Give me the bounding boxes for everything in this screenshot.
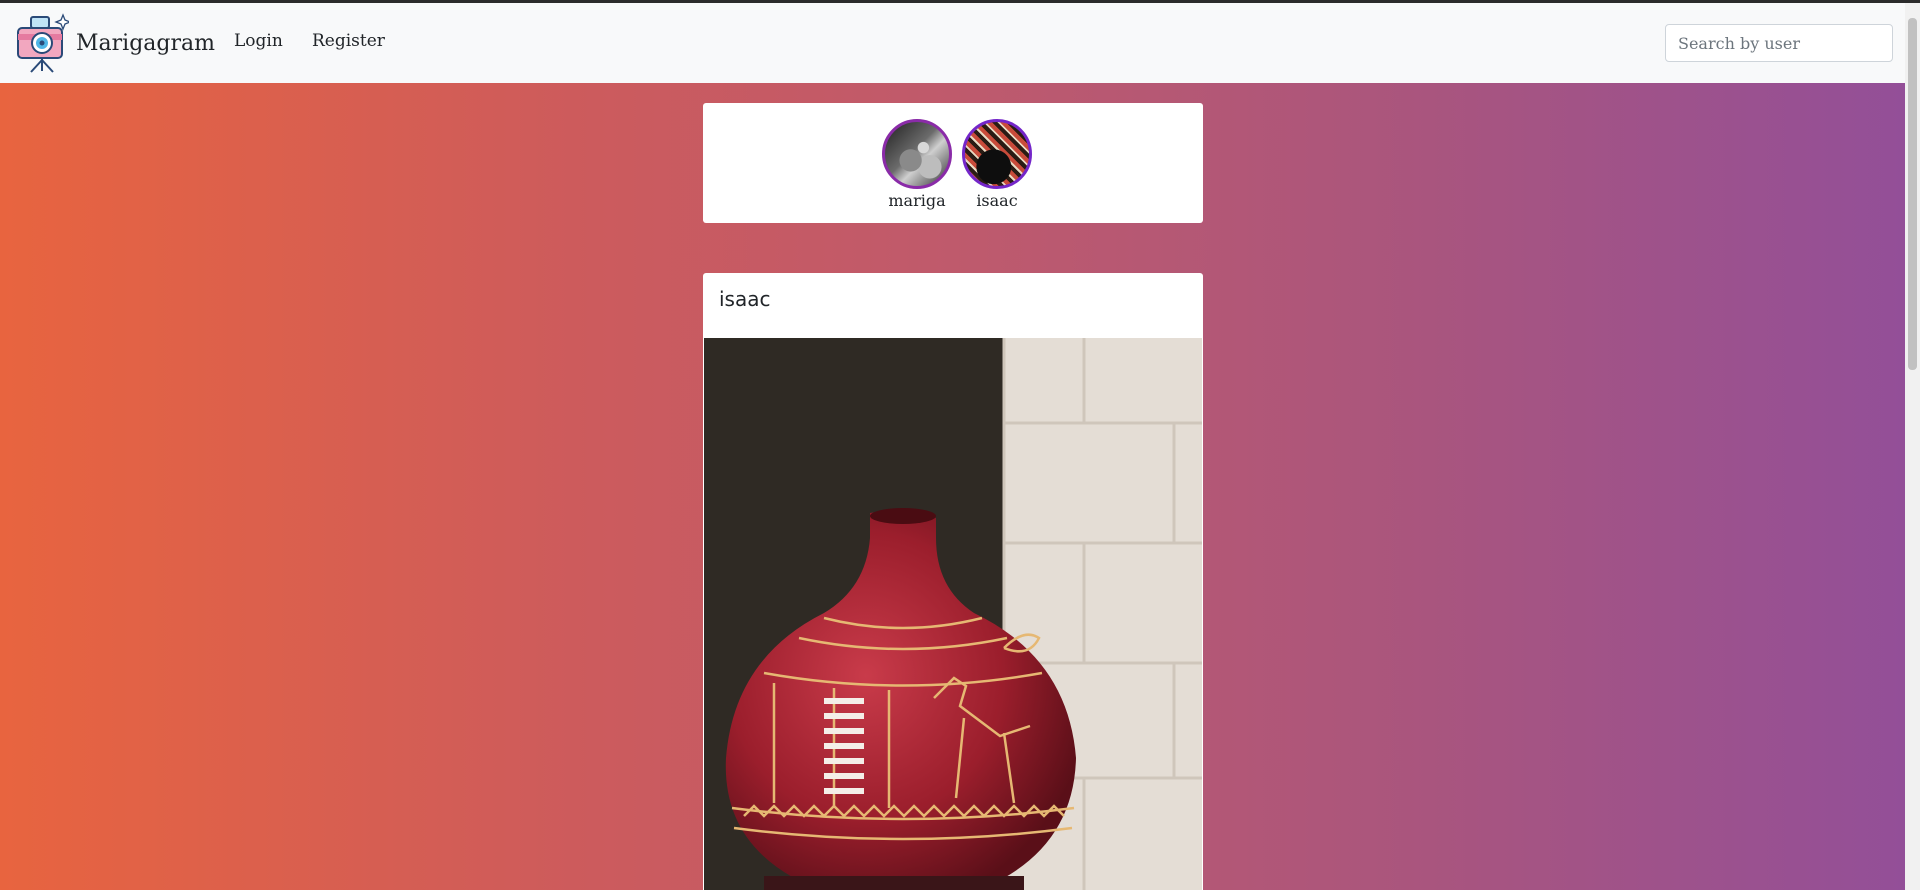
page-scrollbar[interactable] bbox=[1905, 3, 1920, 890]
avatar[interactable] bbox=[882, 119, 952, 189]
story-username: isaac bbox=[976, 191, 1018, 210]
post-username[interactable]: isaac bbox=[703, 273, 1203, 338]
post-card: isaac bbox=[703, 273, 1203, 890]
brand-link[interactable]: Marigagram bbox=[17, 12, 215, 74]
story-item[interactable]: isaac bbox=[957, 119, 1037, 210]
story-item[interactable]: mariga bbox=[877, 119, 957, 210]
scrollbar-thumb[interactable] bbox=[1908, 18, 1917, 370]
post-image[interactable] bbox=[704, 338, 1202, 890]
story-username: mariga bbox=[888, 191, 946, 210]
stories-card: mariga isaac bbox=[703, 103, 1203, 223]
nav-login-link[interactable]: Login bbox=[234, 31, 283, 51]
search-input[interactable] bbox=[1665, 24, 1893, 62]
brand-name: Marigagram bbox=[76, 30, 215, 56]
camera-logo-icon bbox=[17, 13, 69, 73]
avatar[interactable] bbox=[962, 119, 1032, 189]
nav-register-link[interactable]: Register bbox=[312, 31, 385, 51]
navbar: Marigagram Login Register bbox=[0, 3, 1905, 83]
